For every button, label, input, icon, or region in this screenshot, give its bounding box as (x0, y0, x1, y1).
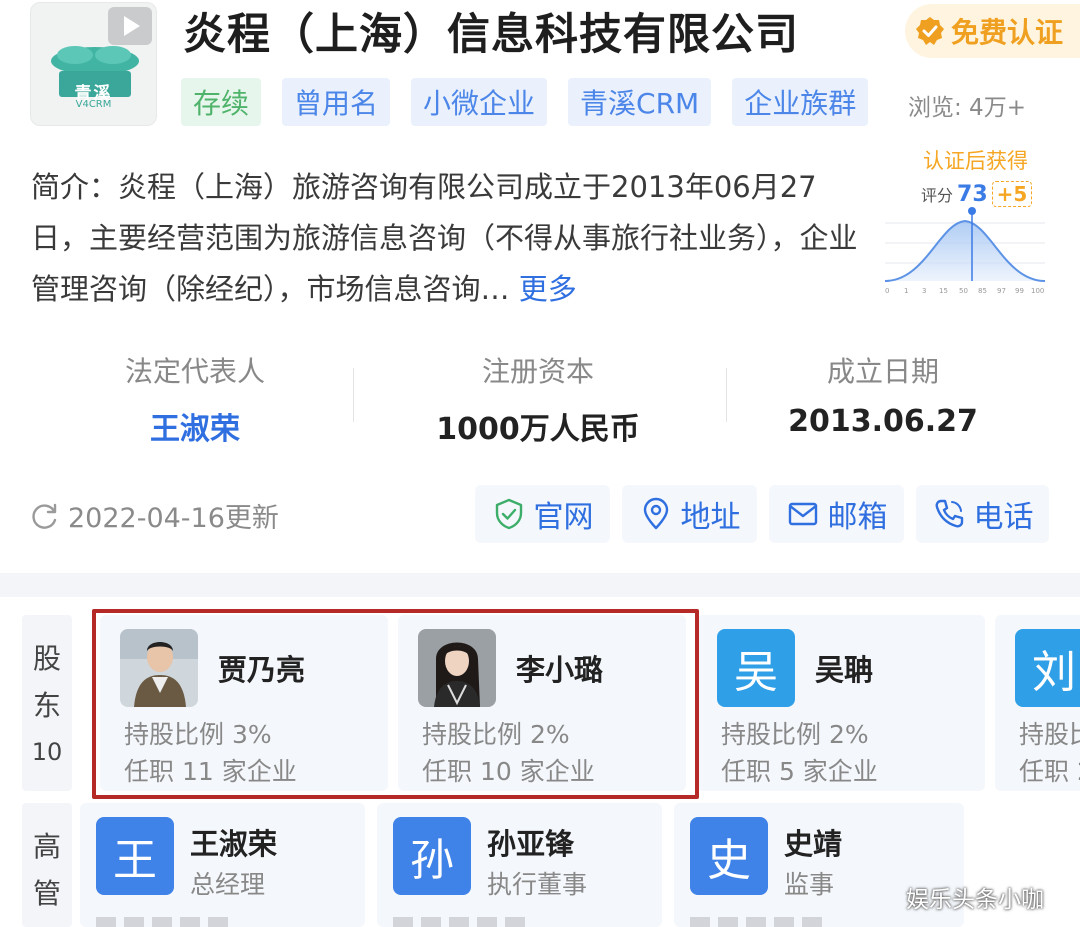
truncated-text (96, 917, 236, 927)
shareholder-name: 吴聃 (815, 653, 874, 687)
share-ratio: 持股比例 2 (1019, 720, 1080, 749)
highlight-box (92, 609, 699, 799)
company-intro: 简介：炎程（上海）旅游咨询有限公司成立于2013年06月27日，主要经营范围为旅… (31, 162, 861, 315)
fact-label: 法定代表人 (124, 355, 265, 388)
truncated-text (393, 917, 533, 927)
shareholder-card[interactable]: 吴 吴聃 持股比例 2% 任职 5 家企业 (697, 615, 985, 791)
company-tags: 存续 曾用名 小微企业 青溪CRM 企业族群 (181, 78, 869, 126)
executive-name: 史靖 (784, 827, 843, 861)
score-distribution-chart: 0 1 3 15 50 85 97 99 100 (885, 207, 1045, 295)
executive-card[interactable]: 王 王淑荣 总经理 (80, 803, 365, 927)
executives-label[interactable]: 高 管 (22, 803, 72, 927)
tag-former-name[interactable]: 曾用名 (282, 78, 391, 126)
email-button[interactable]: 邮箱 (769, 485, 904, 543)
phone-icon (935, 499, 963, 528)
label-char: 股 (32, 642, 61, 675)
badge-check-icon (916, 17, 944, 45)
intro-more-link[interactable]: 更多 (519, 272, 577, 306)
fact-founded: 成立日期 2013.06.27 (778, 350, 988, 439)
location-pin-icon (643, 497, 668, 530)
phone-button[interactable]: 电话 (916, 485, 1049, 543)
play-icon[interactable] (108, 7, 152, 45)
score-tick: 100 (1031, 287, 1044, 295)
shield-check-icon (495, 498, 522, 530)
company-name: 炎程（上海）信息科技有限公司 (183, 10, 799, 60)
truncated-text (690, 917, 830, 927)
company-posts: 任职 5 家企业 (721, 757, 878, 786)
score-tick: 50 (959, 287, 968, 295)
logo-subtext: V4CRM (75, 99, 112, 110)
avatar: 吴 (717, 629, 795, 707)
avatar: 史 (690, 817, 768, 895)
address-button[interactable]: 地址 (622, 485, 757, 543)
watermark: 娱乐头条小咖 (906, 887, 1044, 913)
shareholders-label[interactable]: 股 东 10 (22, 615, 72, 791)
score-tick: 99 (1015, 287, 1024, 295)
score-tick: 1 (904, 287, 908, 295)
avatar: 刘 (1015, 629, 1080, 707)
website-button[interactable]: 官网 (475, 485, 610, 543)
refresh-icon (32, 503, 57, 529)
tag-status[interactable]: 存续 (181, 78, 262, 126)
fact-label: 成立日期 (826, 355, 939, 388)
tag-enterprise-group[interactable]: 企业族群 (732, 78, 869, 126)
executive-name: 王淑荣 (190, 827, 278, 861)
score-tip: 认证后获得 (923, 149, 1028, 173)
tag-small-business[interactable]: 小微企业 (411, 78, 548, 126)
shareholder-card[interactable]: 刘 持股比例 2 任职 2 (995, 615, 1080, 791)
fact-value: 1000万人民币 (436, 412, 640, 447)
score-tick: 97 (997, 287, 1006, 295)
fact-label: 注册资本 (481, 355, 594, 388)
website-label: 官网 (533, 500, 594, 535)
key-facts: 法定代表人 王淑荣 注册资本 1000万人民币 成立日期 2013.06.27 (20, 350, 1060, 447)
shareholder-count: 10 (31, 738, 63, 766)
score-tick: 15 (939, 287, 948, 295)
section-divider (0, 573, 1080, 597)
label-char: 东 (32, 689, 61, 722)
company-posts: 任职 2 (1019, 757, 1080, 786)
update-info[interactable]: 2022-04-16更新 (30, 496, 279, 535)
avatar: 王 (96, 817, 174, 895)
executive-role: 总经理 (190, 870, 266, 899)
phone-label: 电话 (973, 500, 1034, 535)
fact-value: 2013.06.27 (788, 404, 978, 439)
intro-text: 炎程（上海）旅游咨询有限公司成立于2013年06月27日，主要经营范围为旅游信息… (31, 170, 858, 306)
executive-card[interactable]: 孙 孙亚锋 执行董事 (377, 803, 662, 927)
executive-role: 执行董事 (487, 870, 588, 899)
executive-name: 孙亚锋 (487, 827, 575, 861)
label-char: 高 (32, 830, 61, 863)
mail-icon (788, 502, 817, 526)
tag-crm[interactable]: 青溪CRM (568, 78, 712, 126)
fact-capital: 注册资本 1000万人民币 (428, 350, 648, 448)
cert-button-label: 免费认证 (951, 16, 1064, 49)
intro-prefix: 简介： (31, 170, 119, 204)
score-tick: 85 (978, 287, 987, 295)
legal-rep-link[interactable]: 王淑荣 (90, 404, 300, 448)
address-label: 地址 (680, 500, 741, 535)
executive-role: 监事 (784, 870, 835, 899)
score-tick: 3 (922, 287, 926, 295)
score-tick: 0 (885, 287, 889, 295)
update-text: 2022-04-16更新 (68, 503, 279, 534)
label-char: 管 (32, 877, 61, 910)
divider (726, 368, 727, 422)
company-logo[interactable]: 青溪 V4CRM (30, 2, 157, 126)
view-count: 浏览: 4万+ (908, 95, 1026, 121)
score-widget[interactable]: 认证后获得 评分 73 +5 0 1 3 15 50 85 97 99 100 (885, 145, 1045, 297)
fact-legal-rep: 法定代表人 王淑荣 (90, 350, 300, 448)
divider (353, 368, 354, 422)
avatar: 孙 (393, 817, 471, 895)
free-certification-button[interactable]: 免费认证 (905, 4, 1080, 58)
email-label: 邮箱 (827, 500, 888, 535)
share-ratio: 持股比例 2% (721, 720, 869, 749)
